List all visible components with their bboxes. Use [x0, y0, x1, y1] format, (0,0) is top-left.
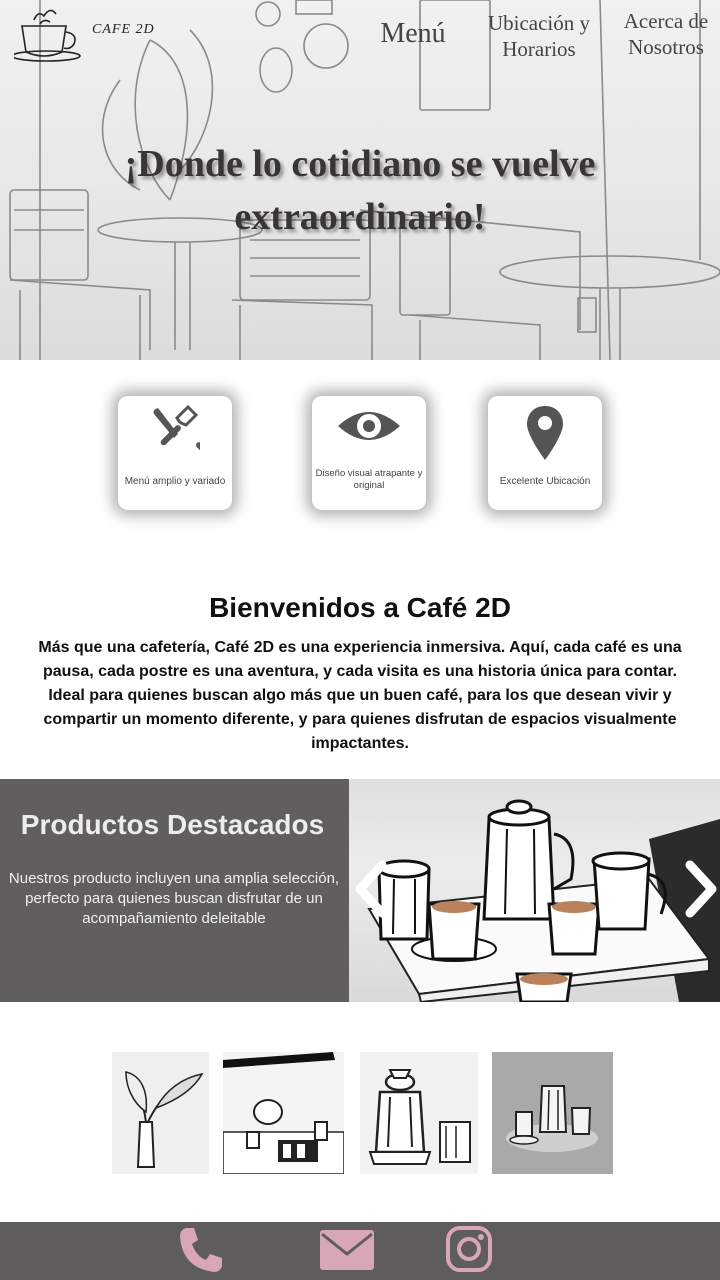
mail-icon[interactable]: [318, 1228, 376, 1272]
instagram-icon[interactable]: [444, 1224, 494, 1274]
teapot-table-image: [223, 1052, 344, 1174]
gallery-thumbnail[interactable]: [360, 1052, 478, 1174]
samovar-image: [368, 1069, 471, 1165]
feature-label: Menú amplio y variado: [124, 476, 226, 487]
nav-about-us-link[interactable]: Acerca de Nosotros: [614, 8, 718, 61]
gallery-thumbnail[interactable]: [223, 1052, 344, 1174]
welcome-text: Más que una cafetería, Café 2D es una ex…: [38, 639, 682, 752]
carousel-next-arrow-icon[interactable]: [680, 859, 720, 919]
hero-section: CAFE 2D Menú Ubicación y Horarios Acerca…: [0, 0, 720, 360]
featured-text: Nuestros producto incluyen una amplia se…: [8, 870, 340, 927]
nav-menu-link[interactable]: Menú: [370, 16, 456, 51]
feature-label: Excelente Ubicación: [499, 476, 591, 487]
feature-card-menu[interactable]: Menú amplio y variado: [118, 396, 232, 510]
tea-set-small-image: [506, 1085, 598, 1152]
feature-card-location[interactable]: Excelente Ubicación: [488, 396, 602, 510]
featured-title: Productos Destacados: [20, 809, 325, 840]
location-pin-icon: [527, 406, 563, 460]
phone-icon[interactable]: [176, 1224, 226, 1274]
gallery-thumbnail[interactable]: [492, 1052, 613, 1174]
nav-location-hours-link[interactable]: Ubicación y Horarios: [478, 10, 600, 63]
logo-text: CAFE 2D: [92, 22, 155, 37]
feature-label: Diseño visual atrapante y original: [315, 468, 423, 491]
featured-carousel-image: [349, 779, 720, 1002]
tea-set-illustration: [367, 799, 720, 1002]
carousel-prev-arrow-icon[interactable]: [352, 859, 392, 919]
featured-products-section: Productos Destacados Nuestros producto i…: [0, 779, 720, 1002]
featured-text-panel: Productos Destacados Nuestros producto i…: [0, 779, 349, 1002]
feature-card-design[interactable]: Diseño visual atrapante y original: [312, 396, 426, 510]
welcome-title: Bienvenidos a Café 2D: [209, 592, 511, 623]
plant-vase-image: [125, 1071, 204, 1168]
hero-title: ¡Donde lo cotidiano se vuelve extraordin…: [124, 143, 596, 239]
eye-icon: [338, 412, 400, 440]
fork-knife-icon: [153, 404, 200, 454]
gallery-thumbnail[interactable]: [112, 1052, 209, 1174]
footer: [0, 1222, 720, 1280]
